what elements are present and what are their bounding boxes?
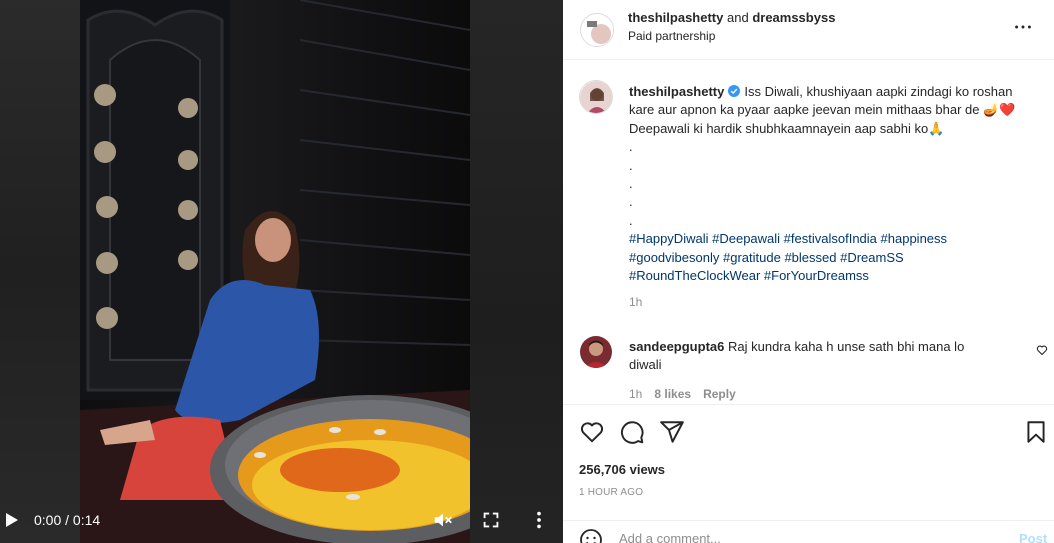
more-horizontal-icon[interactable] bbox=[1012, 16, 1034, 38]
hashtag-link[interactable]: #HappyDiwali bbox=[629, 231, 708, 246]
video-letterbox-right bbox=[470, 0, 563, 543]
caption-dot: . bbox=[629, 139, 633, 155]
emoji-icon[interactable] bbox=[579, 528, 603, 543]
commenter-photo-icon bbox=[580, 336, 612, 368]
author-username[interactable]: theshilpashetty bbox=[628, 10, 723, 25]
comment-reply-button[interactable]: Reply bbox=[703, 387, 736, 401]
heart-icon[interactable] bbox=[579, 419, 605, 445]
comment-input[interactable] bbox=[619, 531, 999, 543]
hashtag-link[interactable]: #goodvibesonly bbox=[629, 250, 719, 265]
hashtag-link[interactable]: #RoundTheClockWear bbox=[629, 268, 760, 283]
share-icon[interactable] bbox=[659, 419, 685, 445]
hashtag-link[interactable]: #Deepawali bbox=[712, 231, 780, 246]
fullscreen-icon[interactable] bbox=[480, 509, 502, 531]
video-player[interactable]: 0:00 / 0:14 bbox=[0, 0, 563, 543]
avatar[interactable] bbox=[579, 80, 613, 114]
more-vertical-icon[interactable] bbox=[528, 509, 550, 531]
caption-dot: . bbox=[629, 176, 633, 191]
caption-timestamp[interactable]: 1h bbox=[629, 295, 642, 309]
comment-username[interactable]: sandeepgupta6 bbox=[629, 339, 724, 354]
post-header: theshilpashetty and dreamssbyss Paid par… bbox=[563, 0, 1054, 60]
video-frame[interactable] bbox=[80, 0, 470, 543]
caption-dots: . . . . . bbox=[629, 138, 1039, 230]
hashtag-link[interactable]: #gratitude bbox=[723, 250, 781, 265]
caption-dot: . bbox=[629, 157, 633, 173]
video-letterbox-left bbox=[0, 0, 80, 543]
avatar[interactable] bbox=[580, 13, 614, 47]
verified-badge-icon bbox=[728, 85, 741, 97]
play-icon[interactable] bbox=[6, 513, 18, 527]
view-count[interactable]: 256,706 views bbox=[579, 462, 665, 477]
caption-text: theshilpashetty Iss Diwali, khushiyaan a… bbox=[629, 83, 1039, 285]
comment-heart-icon[interactable] bbox=[1036, 344, 1048, 356]
post-authors: theshilpashetty and dreamssbyss bbox=[628, 10, 835, 25]
and-text: and bbox=[726, 10, 749, 25]
paid-partnership-label[interactable]: Paid partnership bbox=[628, 29, 715, 43]
caption-username[interactable]: theshilpashetty bbox=[629, 84, 724, 99]
partner-username[interactable]: dreamssbyss bbox=[752, 10, 835, 25]
avatar[interactable] bbox=[580, 336, 612, 368]
post-timestamp[interactable]: 1 HOUR AGO bbox=[579, 487, 643, 498]
post-comment-button[interactable]: Post bbox=[1019, 531, 1047, 543]
profile-photo-icon bbox=[580, 81, 612, 113]
video-controls: 0:00 / 0:14 bbox=[0, 499, 563, 543]
caption-dot: . bbox=[629, 212, 633, 228]
volume-muted-icon[interactable] bbox=[432, 509, 454, 531]
add-comment-bar: Post bbox=[563, 520, 1054, 543]
video-time: 0:00 / 0:14 bbox=[34, 512, 101, 528]
post-details-panel: theshilpashetty and dreamssbyss Paid par… bbox=[563, 0, 1054, 543]
brand-logo-avatar-icon bbox=[581, 14, 613, 46]
hashtag-link[interactable]: #ForYourDreamss bbox=[764, 268, 869, 283]
caption-dot: . bbox=[629, 194, 633, 210]
hashtag-link[interactable]: #happiness bbox=[881, 231, 948, 246]
comment-timestamp[interactable]: 1h bbox=[629, 387, 642, 401]
comment-text: sandeepgupta6 Raj kundra kaha h unse sat… bbox=[629, 338, 989, 375]
video-scene-illustration bbox=[80, 0, 470, 543]
hashtag-link[interactable]: #festivalsofIndia bbox=[784, 231, 877, 246]
comment-likes[interactable]: 8 likes bbox=[654, 387, 691, 401]
comment-meta: 1h 8 likes Reply bbox=[629, 387, 736, 401]
caption-hashtags: #HappyDiwali #Deepawali #festivalsofIndi… bbox=[629, 230, 1039, 285]
comment-icon[interactable] bbox=[619, 419, 645, 445]
bookmark-icon[interactable] bbox=[1023, 419, 1049, 445]
hashtag-link[interactable]: #blessed bbox=[784, 250, 836, 265]
hashtag-link[interactable]: #DreamSS bbox=[840, 250, 904, 265]
